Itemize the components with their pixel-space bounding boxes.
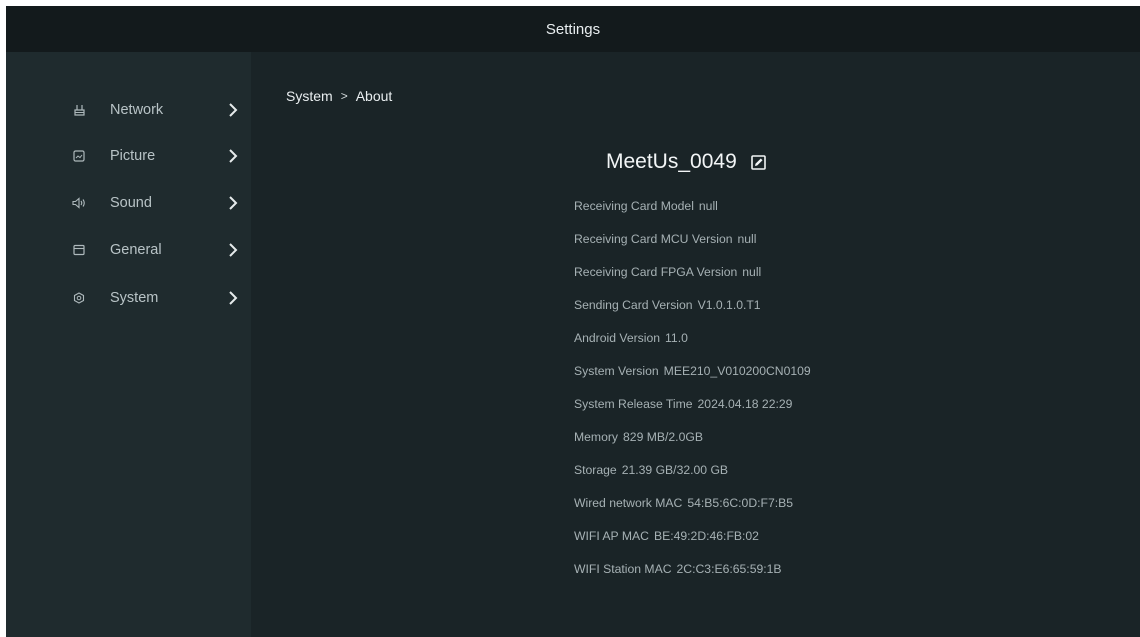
info-value: 11.0 bbox=[665, 331, 688, 345]
title-bar: Settings bbox=[6, 6, 1140, 52]
info-receiving-card-mcu-version: Receiving Card MCU Version null bbox=[574, 232, 811, 265]
info-label: Wired network MAC bbox=[574, 496, 683, 510]
sidebar-item-general[interactable]: General bbox=[6, 230, 251, 270]
info-label: Storage bbox=[574, 463, 617, 477]
about-panel: System > About MeetUs_0049 Receiving Car… bbox=[251, 52, 1140, 637]
info-value: V1.0.1.0.T1 bbox=[697, 298, 761, 312]
sidebar-item-label: Picture bbox=[110, 148, 156, 164]
breadcrumb: System > About bbox=[286, 88, 392, 104]
breadcrumb-system[interactable]: System bbox=[286, 88, 333, 104]
network-icon bbox=[72, 103, 86, 117]
info-value: null bbox=[698, 199, 718, 213]
info-receiving-card-model: Receiving Card Model null bbox=[574, 199, 811, 232]
info-label: System Version bbox=[574, 364, 659, 378]
info-label: Receiving Card FPGA Version bbox=[574, 265, 738, 279]
info-label: Receiving Card MCU Version bbox=[574, 232, 733, 246]
sidebar-item-system[interactable]: System bbox=[6, 278, 251, 318]
info-value: BE:49:2D:46:FB:02 bbox=[653, 529, 759, 543]
breadcrumb-separator: > bbox=[340, 89, 348, 103]
info-sending-card-version: Sending Card Version V1.0.1.0.T1 bbox=[574, 298, 811, 331]
info-android-version: Android Version 11.0 bbox=[574, 331, 811, 364]
info-label: System Release Time bbox=[574, 397, 693, 411]
sidebar-item-label: Network bbox=[110, 102, 164, 118]
info-receiving-card-fpga-version: Receiving Card FPGA Version null bbox=[574, 265, 811, 298]
sidebar: Network Picture Sound General System bbox=[6, 52, 251, 637]
chevron-right-icon bbox=[229, 243, 238, 257]
info-storage: Storage 21.39 GB/32.00 GB bbox=[574, 463, 811, 496]
sidebar-item-label: General bbox=[110, 242, 162, 258]
page-title: Settings bbox=[545, 20, 601, 38]
info-wifi-station-mac: WIFI Station MAC 2C:C3:E6:65:59:1B bbox=[574, 562, 811, 595]
info-value: MEE210_V010200CN0109 bbox=[663, 364, 811, 378]
device-info-list: Receiving Card Model null Receiving Card… bbox=[574, 199, 811, 595]
info-system-version: System Version MEE210_V010200CN0109 bbox=[574, 364, 811, 397]
sidebar-item-picture[interactable]: Picture bbox=[6, 136, 251, 176]
info-label: WIFI Station MAC bbox=[574, 562, 672, 576]
chevron-right-icon bbox=[229, 149, 238, 163]
device-name-row: MeetUs_0049 bbox=[606, 150, 766, 174]
info-value: null bbox=[737, 232, 757, 246]
sidebar-item-network[interactable]: Network bbox=[6, 90, 251, 130]
sound-icon bbox=[72, 196, 86, 210]
info-value: 2024.04.18 22:29 bbox=[697, 397, 793, 411]
info-label: Receiving Card Model bbox=[574, 199, 694, 213]
info-label: WIFI AP MAC bbox=[574, 529, 649, 543]
info-label: Sending Card Version bbox=[574, 298, 693, 312]
chevron-right-icon bbox=[229, 196, 238, 210]
info-value: 829 MB/2.0GB bbox=[623, 430, 703, 444]
system-icon bbox=[72, 291, 86, 305]
chevron-right-icon bbox=[229, 103, 238, 117]
settings-screen: Settings Network Picture Sound General S… bbox=[6, 6, 1140, 637]
info-memory: Memory 829 MB/2.0GB bbox=[574, 430, 811, 463]
info-system-release-time: System Release Time 2024.04.18 22:29 bbox=[574, 397, 811, 430]
sidebar-item-label: System bbox=[110, 290, 159, 306]
device-name: MeetUs_0049 bbox=[606, 150, 737, 173]
info-label: Memory bbox=[574, 430, 619, 444]
info-label: Android Version bbox=[574, 331, 661, 345]
info-value: 2C:C3:E6:65:59:1B bbox=[676, 562, 782, 576]
sidebar-item-sound[interactable]: Sound bbox=[6, 183, 251, 223]
picture-icon bbox=[72, 149, 86, 163]
info-value: 54:B5:6C:0D:F7:B5 bbox=[687, 496, 794, 510]
info-value: 21.39 GB/32.00 GB bbox=[621, 463, 729, 477]
edit-icon[interactable] bbox=[750, 154, 766, 170]
info-wired-network-mac: Wired network MAC 54:B5:6C:0D:F7:B5 bbox=[574, 496, 811, 529]
general-icon bbox=[72, 243, 86, 257]
info-value: null bbox=[742, 265, 762, 279]
info-wifi-ap-mac: WIFI AP MAC BE:49:2D:46:FB:02 bbox=[574, 529, 811, 562]
breadcrumb-about: About bbox=[355, 88, 393, 104]
chevron-right-icon bbox=[229, 291, 238, 305]
sidebar-item-label: Sound bbox=[110, 195, 152, 211]
